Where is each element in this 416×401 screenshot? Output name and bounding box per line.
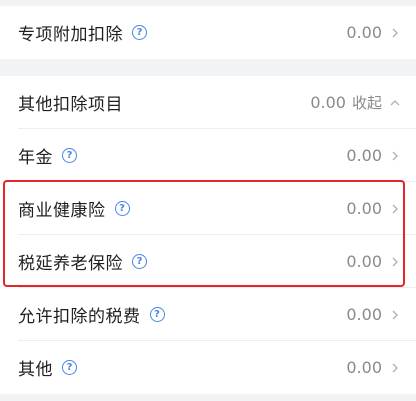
- tax-deferred-pension-insurance-row[interactable]: 税延养老保险 ? 0.00: [0, 235, 416, 288]
- row-label: 专项附加扣除: [18, 25, 123, 45]
- help-icon[interactable]: ?: [62, 360, 77, 375]
- chevron-right-icon: [392, 28, 398, 37]
- special-additional-deduction-row[interactable]: 专项附加扣除 ? 0.00: [0, 6, 416, 59]
- other-deductions-header-row[interactable]: 其他扣除项目 0.00 收起: [0, 76, 416, 129]
- other-row[interactable]: 其他 ? 0.00: [0, 341, 416, 394]
- row-label: 商业健康险: [18, 201, 106, 221]
- annuity-row[interactable]: 年金 ? 0.00: [0, 129, 416, 182]
- row-value: 0.00: [346, 199, 382, 218]
- section-title: 其他扣除项目: [18, 95, 123, 115]
- deductible-taxes-row[interactable]: 允许扣除的税费 ? 0.00: [0, 288, 416, 341]
- help-icon[interactable]: ?: [132, 25, 147, 40]
- chevron-right-icon: [392, 151, 398, 160]
- help-icon[interactable]: ?: [62, 148, 77, 163]
- collapse-label[interactable]: 收起: [352, 92, 382, 113]
- row-label: 其他: [18, 360, 53, 380]
- row-value: 0.00: [346, 23, 382, 42]
- help-icon[interactable]: ?: [132, 254, 147, 269]
- chevron-right-icon: [392, 257, 398, 266]
- help-icon[interactable]: ?: [149, 307, 165, 322]
- deduction-page: 专项附加扣除 ? 0.00 其他扣除项目 0.00 收起 年金 ? 0.00 商…: [0, 0, 416, 401]
- other-deductions-card: 其他扣除项目 0.00 收起 年金 ? 0.00 商业健康险 ? 0.00 税延…: [0, 76, 416, 394]
- special-deduction-card: 专项附加扣除 ? 0.00: [0, 6, 416, 59]
- help-icon[interactable]: ?: [114, 201, 130, 216]
- chevron-up-icon[interactable]: [388, 96, 402, 110]
- chevron-right-icon: [392, 363, 398, 372]
- row-value: 0.00: [346, 146, 382, 165]
- row-label: 年金: [18, 148, 53, 168]
- row-label: 税延养老保险: [18, 254, 123, 274]
- chevron-right-icon: [392, 310, 398, 319]
- section-gap: [0, 59, 416, 76]
- section-total: 0.00: [310, 93, 346, 112]
- row-value: 0.00: [346, 252, 382, 271]
- row-label: 允许扣除的税费: [18, 307, 141, 327]
- commercial-health-insurance-row[interactable]: 商业健康险 ? 0.00: [0, 182, 416, 235]
- row-value: 0.00: [346, 305, 382, 324]
- row-value: 0.00: [346, 358, 382, 377]
- chevron-right-icon: [392, 204, 398, 213]
